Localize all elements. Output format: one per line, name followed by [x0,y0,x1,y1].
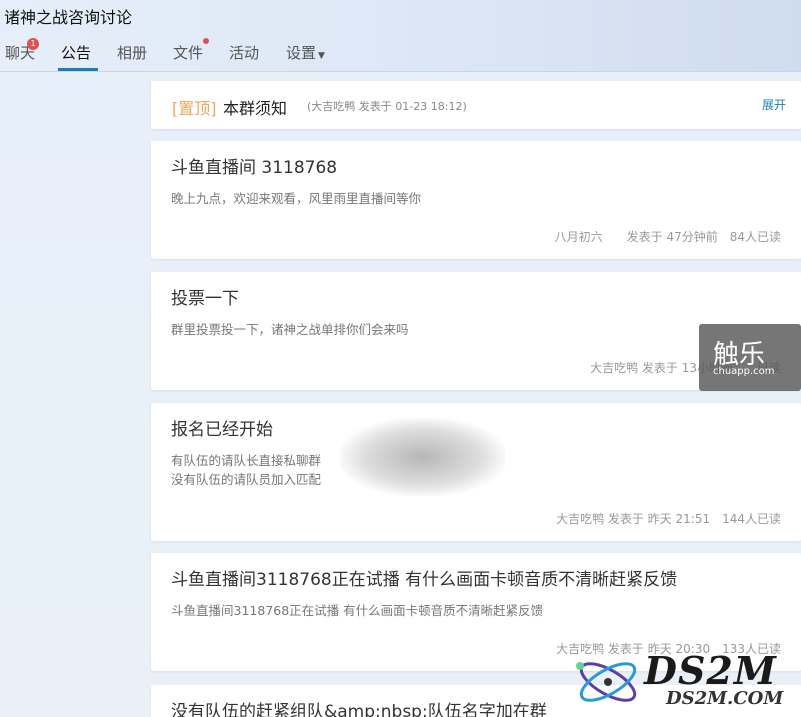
announcement-meta: 大吉吃鸭 发表于 昨天 21:51 144人已读 [556,512,781,526]
tab-files-label: 文件 [173,44,204,62]
announcement-body-line: 没有队伍的请队员加入匹配 [171,472,322,487]
announcement-title: 没有队伍的赶紧组队&amp;nbsp;队伍名字加在群 [171,702,547,717]
pinned-tag: [置顶] [172,99,217,118]
tab-announcements-label: 公告 [61,44,92,62]
ds2m-logo-text: DS2M [644,648,777,693]
announcement-body: 晚上九点，欢迎来观看，风里雨里直播间等你 [171,191,422,206]
redaction-smudge [340,418,505,496]
chuapp-watermark: 触乐 chuapp.com [699,324,801,391]
tab-album[interactable]: 相册 [117,42,147,63]
chevron-down-icon: ▼ [318,51,325,61]
tab-settings-label: 设置 [286,44,317,62]
tab-settings[interactable]: 设置 ▼ [286,42,325,63]
announcement-body-line: 有队伍的请队长直接私聊群 [171,453,322,468]
announcement-title: 报名已经开始 [171,420,273,440]
files-notification-dot [203,38,209,44]
tab-files[interactable]: 文件 [173,42,203,63]
announcement-body: 群里投票投一下，诸神之战单排你们会来吗 [171,322,409,337]
announcement-title: 斗鱼直播间3118768正在试播 有什么画面卡顿音质不清晰赶紧反馈 [171,570,678,590]
unread-badge: 1 [27,38,39,50]
group-title: 诸神之战咨询讨论 [4,8,133,27]
pinned-meta: (大吉吃鸭 发表于 01-23 18:12) [307,100,467,113]
ds2m-watermark: DS2M DS2M.COM [566,644,801,717]
tab-activities[interactable]: 活动 [229,42,259,63]
announcement-meta: 八月初六 发表于 47分钟前 84人已读 [554,230,781,244]
pinned-announcement[interactable]: [置顶] 本群须知 (大吉吃鸭 发表于 01-23 18:12) 展开 [151,81,801,129]
announcement-body: 斗鱼直播间3118768正在试播 有什么画面卡顿音质不清晰赶紧反馈 [171,603,544,618]
ds2m-url: DS2M.COM [666,688,784,709]
header-bar: 诸神之战咨询讨论 聊天 1 公告 相册 文件 活动 设置 ▼ [0,0,801,72]
tab-album-label: 相册 [117,44,148,62]
pinned-title: 本群须知 [223,99,288,118]
tab-activities-label: 活动 [229,44,260,62]
announcement-card[interactable]: 斗鱼直播间 3118768 晚上九点，欢迎来观看，风里雨里直播间等你 八月初六 … [151,141,801,259]
announcement-body: 有队伍的请队长直接私聊群 没有队伍的请队员加入匹配 [171,451,321,489]
active-tab-indicator [58,68,98,71]
chuapp-url: chuapp.com [713,366,775,377]
tab-announcements[interactable]: 公告 [61,42,91,63]
expand-link[interactable]: 展开 [762,96,786,113]
atom-logo-icon [576,662,637,702]
announcement-title: 投票一下 [171,289,239,309]
announcement-title: 斗鱼直播间 3118768 [171,158,338,178]
